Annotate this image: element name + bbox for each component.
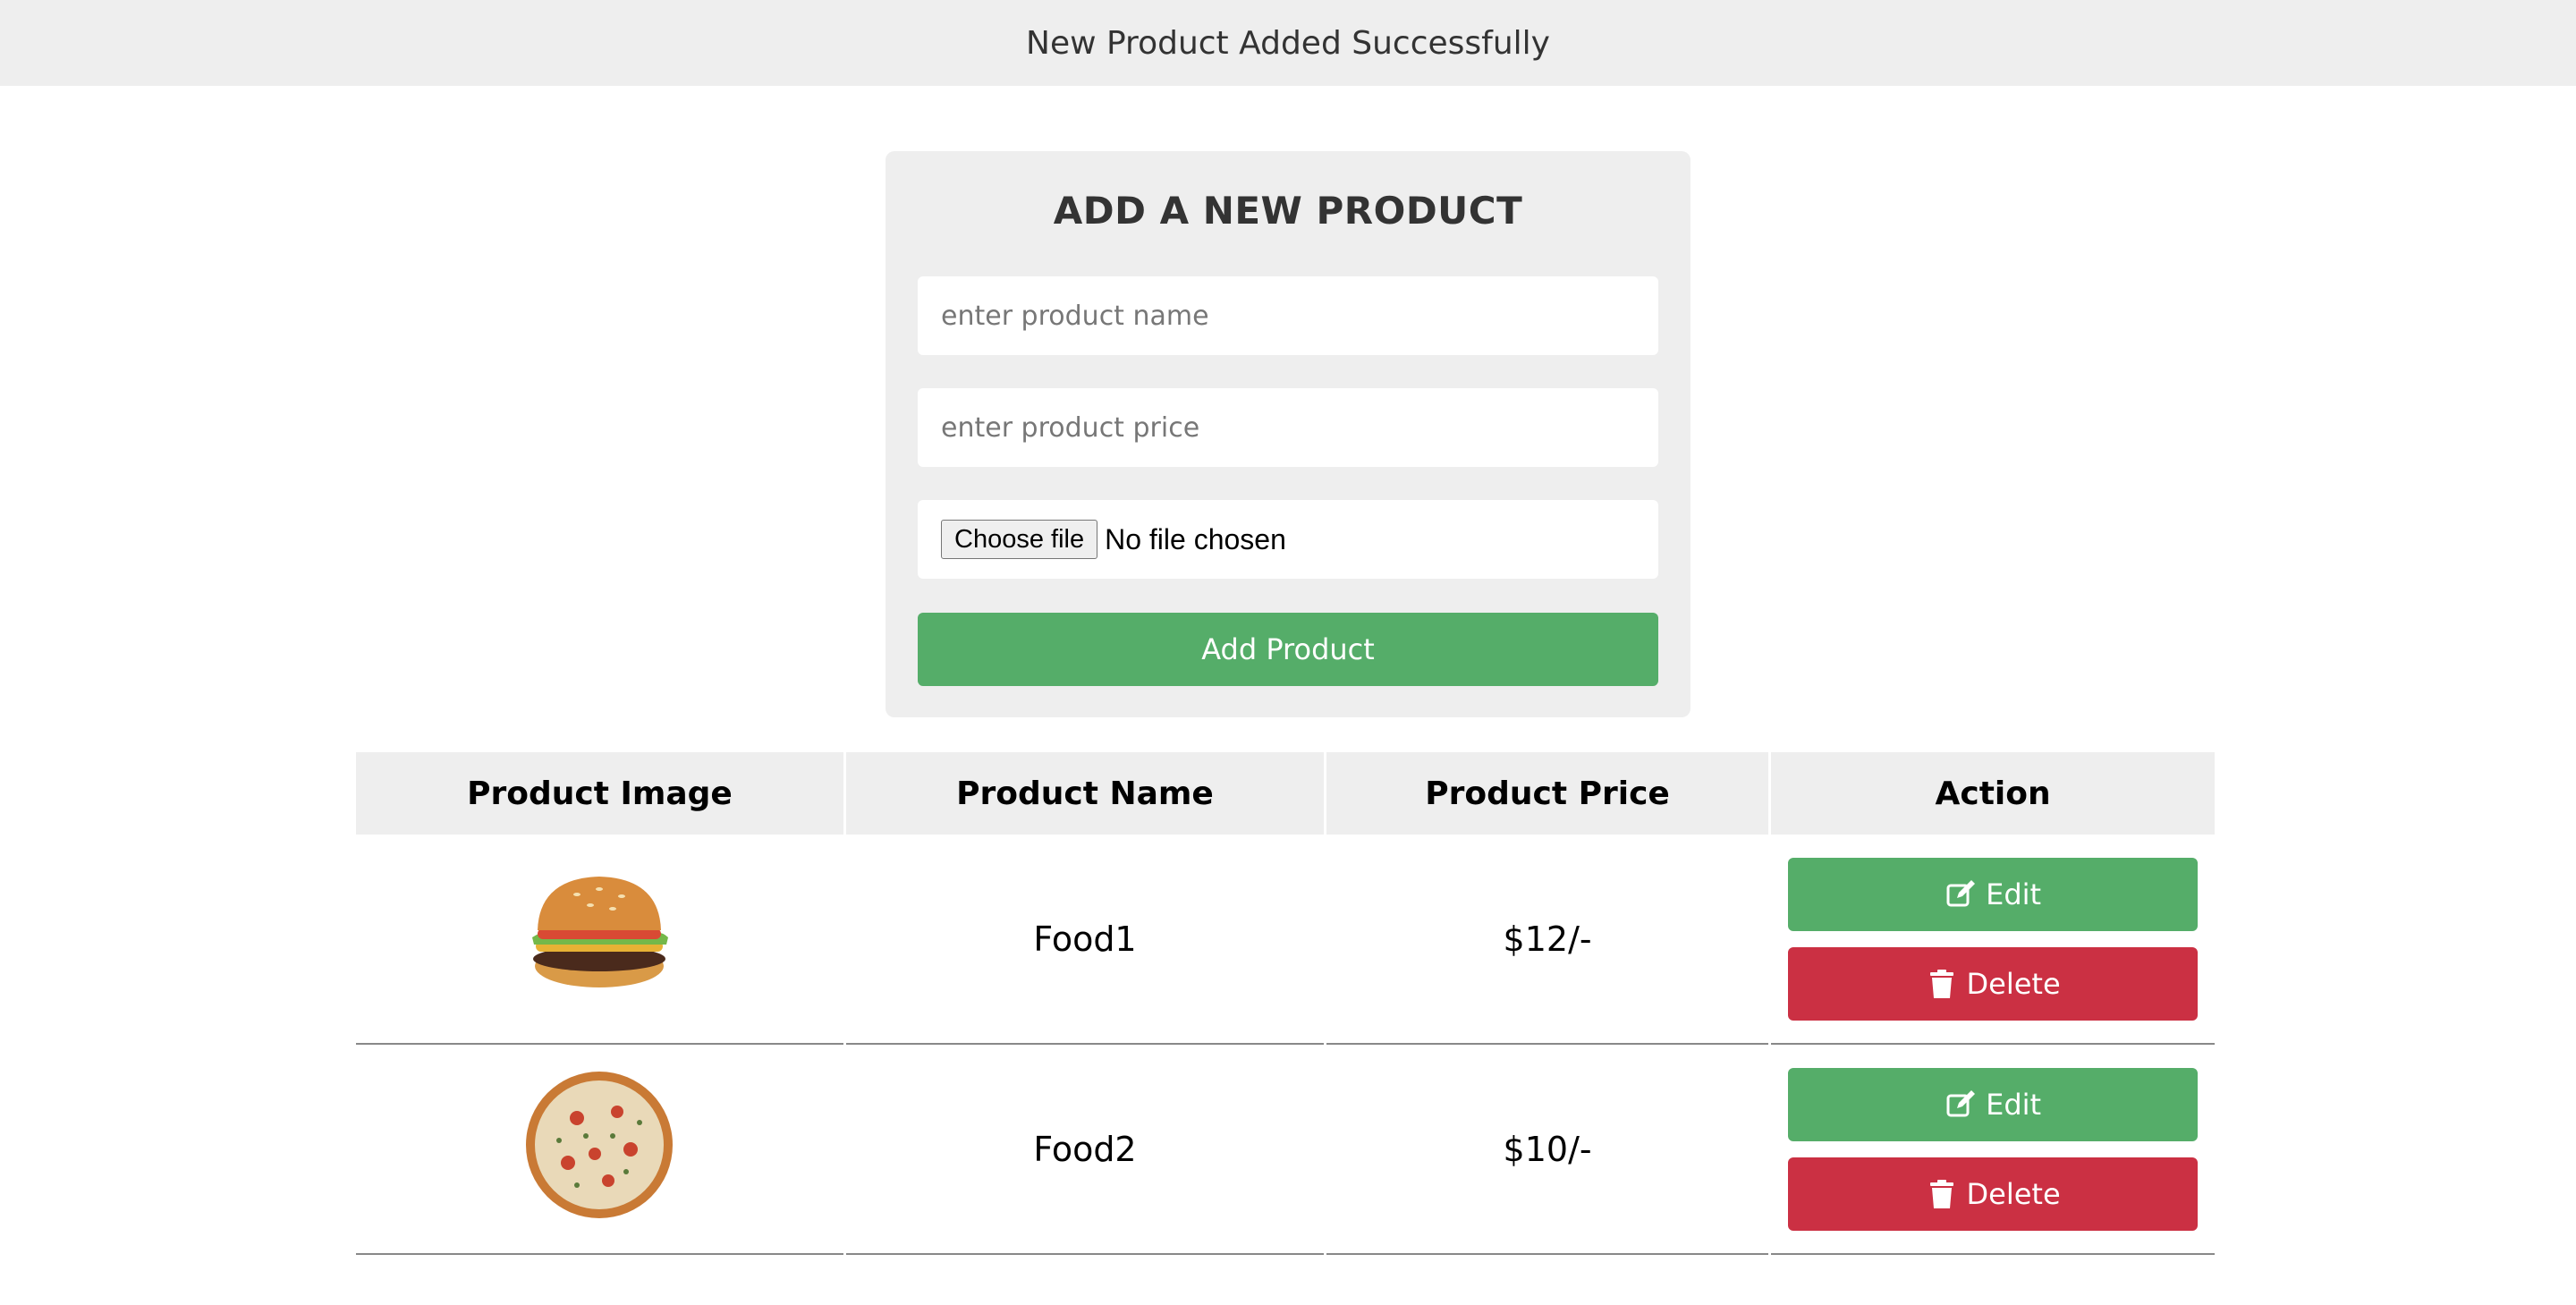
product-name-input[interactable] — [918, 276, 1658, 355]
product-price-cell: $10/- — [1326, 1045, 1769, 1255]
table-header-row: Product Image Product Name Product Price… — [356, 752, 2215, 835]
trash-icon — [1929, 1179, 1953, 1208]
product-action-cell: Edit Delete — [1771, 835, 2215, 1045]
burger-image — [532, 877, 669, 987]
header-product-name: Product Name — [845, 752, 1324, 835]
add-product-form: ADD A NEW PRODUCT Choose file No file ch… — [886, 151, 1690, 717]
edit-label: Edit — [1986, 1087, 2042, 1122]
table-row: Food2 $10/- Edit Delete — [356, 1045, 2215, 1255]
delete-button[interactable]: Delete — [1788, 946, 2199, 1021]
edit-icon — [1946, 1089, 1976, 1116]
product-name-cell: Food1 — [845, 835, 1324, 1045]
delete-label: Delete — [1966, 1176, 2061, 1211]
products-table-container: Product Image Product Name Product Price… — [356, 752, 2220, 1255]
products-table: Product Image Product Name Product Price… — [353, 752, 2217, 1255]
edit-icon — [1946, 879, 1976, 906]
product-image-cell — [356, 1045, 843, 1255]
add-product-button[interactable]: Add Product — [918, 613, 1658, 686]
product-image-file-input[interactable]: Choose file No file chosen — [918, 500, 1658, 579]
product-price-cell: $12/- — [1326, 835, 1769, 1045]
edit-label: Edit — [1986, 877, 2042, 911]
header-action: Action — [1771, 752, 2215, 835]
product-image-cell — [356, 835, 843, 1045]
pizza-image — [526, 1072, 674, 1218]
edit-button[interactable]: Edit — [1788, 857, 2199, 931]
file-status-text: No file chosen — [1105, 522, 1286, 555]
product-action-cell: Edit Delete — [1771, 1045, 2215, 1255]
choose-file-button[interactable]: Choose file — [941, 520, 1098, 559]
product-name-cell: Food2 — [845, 1045, 1324, 1255]
success-message: New Product Added Successfully — [1026, 24, 1550, 62]
edit-button[interactable]: Edit — [1788, 1067, 2199, 1141]
success-banner: New Product Added Successfully — [0, 0, 2576, 86]
form-title: ADD A NEW PRODUCT — [1053, 189, 1523, 233]
product-price-input[interactable] — [918, 388, 1658, 467]
delete-button[interactable]: Delete — [1788, 1157, 2199, 1231]
trash-icon — [1929, 969, 1953, 998]
delete-label: Delete — [1966, 966, 2061, 1001]
header-product-image: Product Image — [356, 752, 843, 835]
table-row: Food1 $12/- Edit Delete — [356, 835, 2215, 1045]
header-product-price: Product Price — [1326, 752, 1769, 835]
